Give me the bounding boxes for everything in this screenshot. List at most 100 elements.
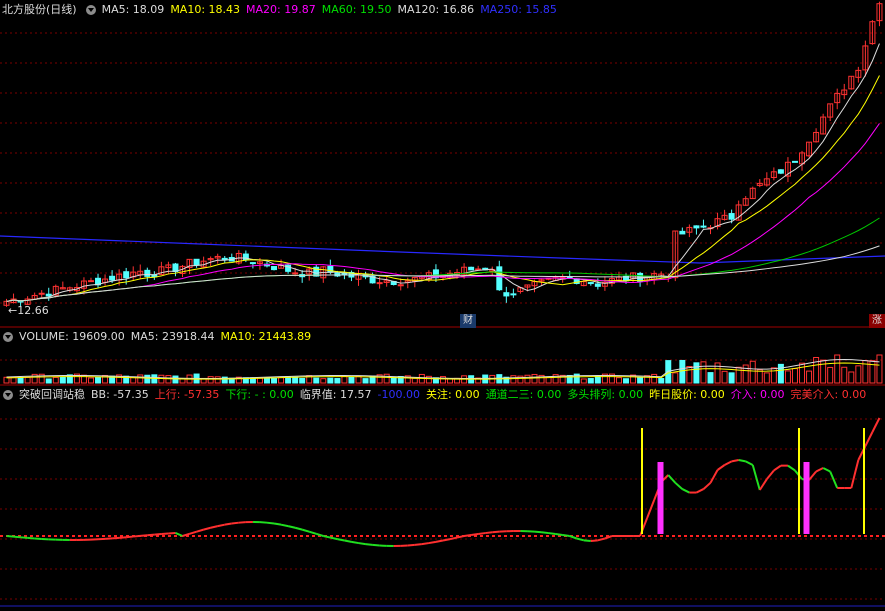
volume-bar <box>531 373 538 384</box>
bb-segment <box>604 535 613 540</box>
volume-bar <box>66 374 73 384</box>
bb-segment <box>463 533 472 537</box>
bb-segment <box>534 530 542 534</box>
bb-segment <box>822 467 831 473</box>
bb-segment <box>871 417 881 433</box>
candle-body <box>503 292 510 297</box>
volume-bar <box>686 366 693 384</box>
candle-body <box>341 272 348 275</box>
volume-bar <box>876 354 883 384</box>
rise-badge[interactable]: 涨 <box>869 314 885 328</box>
volume-panel-header: VOLUME: 19609.00 MA5: 23918.44 MA10: 21443… <box>0 328 323 345</box>
entry-bar <box>803 462 810 534</box>
volume-bar <box>784 370 791 384</box>
volume-bar <box>355 375 362 384</box>
volume-bar <box>24 376 31 384</box>
ma5-line <box>6 43 880 302</box>
bb-segment <box>287 525 296 529</box>
candle-body <box>123 271 130 279</box>
bb-segment <box>590 539 598 542</box>
indicator-legend-item-3: 下行: - : 0.00 <box>225 388 294 401</box>
volume-bar <box>658 378 665 384</box>
bb-segment <box>562 533 570 537</box>
volume-bar <box>791 368 798 384</box>
volume-bar <box>362 378 369 384</box>
bb-segment <box>344 539 352 543</box>
volume-bar <box>799 362 806 384</box>
bb-segment <box>196 528 204 533</box>
bb-segment <box>414 543 422 546</box>
volume-bar <box>679 359 686 384</box>
candle-body <box>109 275 116 281</box>
bb-segment <box>646 499 656 519</box>
volume-bar <box>59 376 66 384</box>
candle-body <box>397 284 404 287</box>
indicator-legend-item-9: 昨日股价: 0.00 <box>649 388 725 401</box>
low-price-label: ←12.66 <box>8 304 49 317</box>
volume-bar <box>651 373 658 384</box>
candle-body <box>468 266 475 271</box>
indicator-legend-item-2: 上行: -57.35 <box>154 388 220 401</box>
bb-segment <box>576 537 585 542</box>
bb-segment <box>541 531 549 535</box>
candle-body <box>777 169 784 174</box>
volume-bar <box>95 376 102 384</box>
candle-body <box>249 262 256 265</box>
bb-segment <box>323 535 331 539</box>
volume-bar <box>672 372 679 384</box>
ma-legend-item-2: MA20: 19.87 <box>246 3 316 16</box>
bb-segment <box>358 542 366 546</box>
bb-segment <box>301 528 310 533</box>
volume-bar <box>848 371 855 384</box>
bb-segment <box>280 523 289 528</box>
ma-legend: MA5: 18.09 MA10: 18.43 MA20: 19.87 MA60: 19… <box>102 1 563 18</box>
candle-body <box>144 269 151 277</box>
ma250-line <box>0 235 885 264</box>
candle-body <box>693 225 700 229</box>
bb-segment <box>231 521 239 525</box>
bb-segment <box>758 478 768 491</box>
bb-segment <box>745 460 754 466</box>
volume-bar <box>278 377 285 384</box>
finance-badge[interactable]: 财 <box>460 314 476 328</box>
bb-segment <box>294 526 303 531</box>
indicator-legend-item-4: 临界值: 17.57 <box>299 388 372 401</box>
bb-segment <box>308 530 317 535</box>
bb-segment <box>569 535 578 540</box>
volume-bar <box>263 377 270 384</box>
bb-segment <box>6 535 14 538</box>
volume-bar <box>158 374 165 384</box>
indicator-legend-item-5: -100.00 <box>377 388 420 401</box>
stock-title: 北方股份(日线) <box>2 3 77 16</box>
bb-segment <box>555 532 563 536</box>
volume-bar <box>806 370 813 384</box>
volume-legend-item-1: MA5: 23918.44 <box>130 330 215 343</box>
volume-bar <box>707 372 714 384</box>
bb-segment <box>203 526 211 531</box>
volume-bar <box>165 375 172 384</box>
volume-legend-item-0: VOLUME: 19609.00 <box>19 330 125 343</box>
bb-segment <box>337 538 345 542</box>
candle-body <box>791 160 798 163</box>
bb-segment <box>787 464 796 472</box>
volume-bar <box>742 364 749 384</box>
bb-segment <box>421 542 430 546</box>
candle-body <box>87 280 94 283</box>
ma-legend-item-5: MA250: 15.85 <box>480 3 557 16</box>
stock-chart-canvas[interactable] <box>0 0 885 611</box>
volume-bars <box>3 354 883 384</box>
indicator-legend-item-0: 突破回调站稳 <box>19 388 85 401</box>
volume-bar <box>615 377 622 384</box>
bb-segment <box>315 532 324 537</box>
bb-segment <box>829 471 839 489</box>
volume-bar <box>144 374 151 384</box>
price-panel-header: 北方股份(日线) MA5: 18.09 MA10: 18.43 MA20: 19.8… <box>0 1 569 18</box>
bb-segment <box>161 532 169 535</box>
chevron-down-icon[interactable] <box>85 4 96 15</box>
volume-bar <box>411 377 418 384</box>
indicator-legend-item-6: 关注: 0.00 <box>425 388 480 401</box>
chevron-down-icon[interactable] <box>3 331 13 342</box>
bb-segment <box>210 525 218 529</box>
chevron-down-icon[interactable] <box>3 389 13 400</box>
volume-bar <box>700 361 707 384</box>
